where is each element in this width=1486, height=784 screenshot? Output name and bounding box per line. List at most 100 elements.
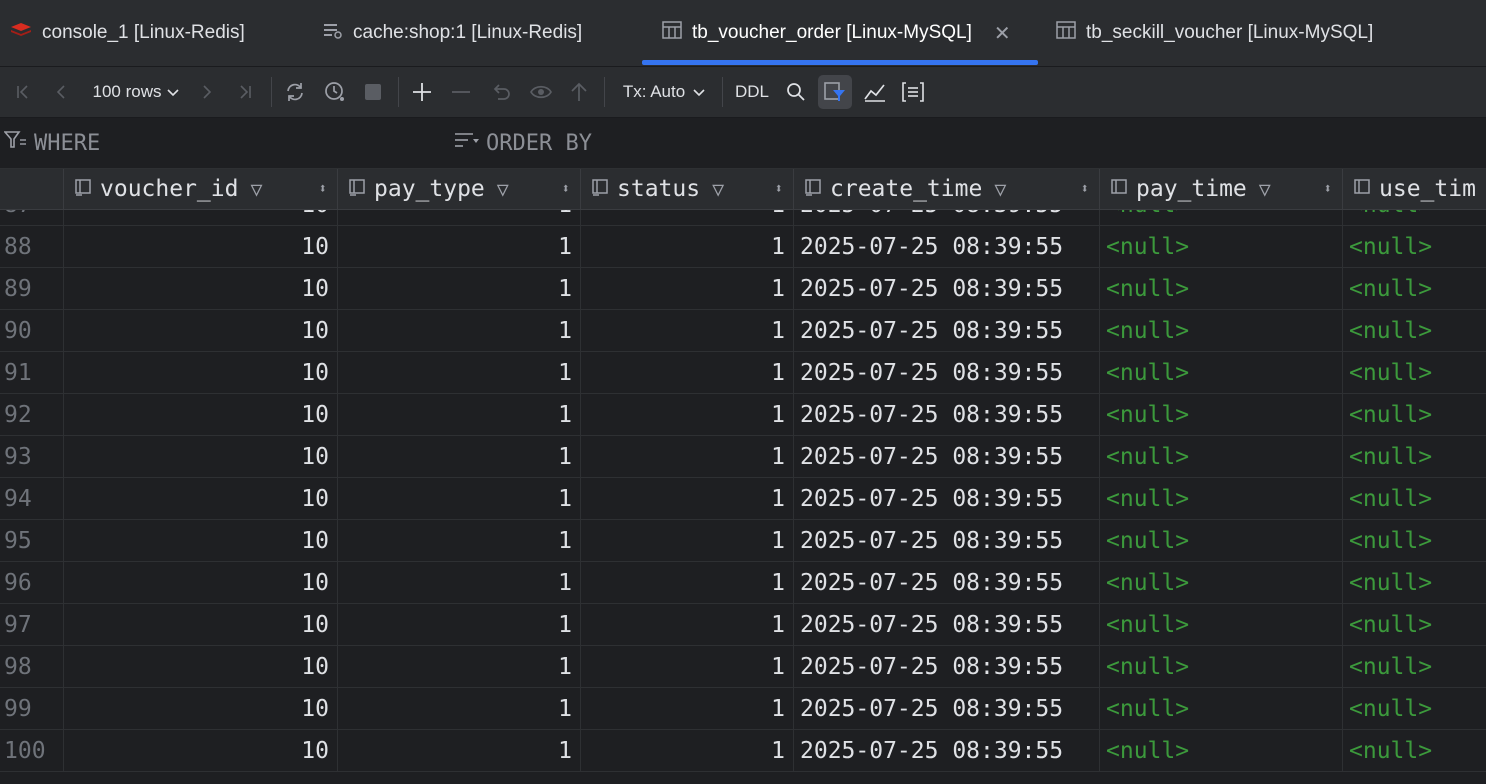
tab-cache-shop-1[interactable]: cache:shop:1 [Linux-Redis]: [323, 0, 582, 66]
column-header-voucher-id[interactable]: voucher_id ▽ ⬍: [64, 169, 338, 209]
cell-create-time[interactable]: 2025-07-25 08:39:55: [794, 226, 1100, 267]
tab-tb-voucher-order[interactable]: tb_voucher_order [Linux-MySQL] ✕: [662, 0, 1011, 66]
table-row[interactable]: 93 10 1 1 2025-07-25 08:39:55 <null> <nu…: [0, 436, 1486, 478]
table-row[interactable]: 96 10 1 1 2025-07-25 08:39:55 <null> <nu…: [0, 562, 1486, 604]
table-row[interactable]: 92 10 1 1 2025-07-25 08:39:55 <null> <nu…: [0, 394, 1486, 436]
order-by-input[interactable]: ORDER BY: [454, 118, 894, 168]
cell-status[interactable]: 1: [581, 352, 794, 393]
next-page-icon[interactable]: [192, 67, 222, 117]
cell-create-time[interactable]: 2025-07-25 08:39:55: [794, 478, 1100, 519]
sort-icon[interactable]: ⬍: [319, 181, 327, 197]
sort-icon[interactable]: ⬍: [1324, 181, 1332, 197]
cell-create-time[interactable]: 2025-07-25 08:39:55: [794, 352, 1100, 393]
cell-status[interactable]: 1: [581, 210, 794, 225]
cell-status[interactable]: 1: [581, 562, 794, 603]
sort-icon[interactable]: ⬍: [562, 181, 570, 197]
cell-pay-type[interactable]: 1: [338, 310, 581, 351]
cell-voucher-id[interactable]: 10: [64, 226, 338, 267]
cell-use-time[interactable]: <null>: [1343, 436, 1486, 477]
table-row[interactable]: 90 10 1 1 2025-07-25 08:39:55 <null> <nu…: [0, 310, 1486, 352]
cell-use-time[interactable]: <null>: [1343, 730, 1486, 771]
cell-status[interactable]: 1: [581, 268, 794, 309]
cell-create-time[interactable]: 2025-07-25 08:39:55: [794, 520, 1100, 561]
cell-pay-time[interactable]: <null>: [1100, 688, 1343, 729]
cell-voucher-id[interactable]: 10: [64, 352, 338, 393]
cell-create-time[interactable]: 2025-07-25 08:39:55: [794, 604, 1100, 645]
table-row[interactable]: 99 10 1 1 2025-07-25 08:39:55 <null> <nu…: [0, 688, 1486, 730]
column-header-use-time[interactable]: use_tim: [1343, 169, 1486, 209]
cell-voucher-id[interactable]: 10: [64, 562, 338, 603]
cell-status[interactable]: 1: [581, 730, 794, 771]
cell-pay-type[interactable]: 1: [338, 352, 581, 393]
sort-icon[interactable]: ⬍: [775, 181, 783, 197]
column-header-status[interactable]: status ▽ ⬍: [581, 169, 794, 209]
cell-create-time[interactable]: 2025-07-25 08:39:55: [794, 268, 1100, 309]
cell-pay-time[interactable]: <null>: [1100, 436, 1343, 477]
cell-pay-type[interactable]: 1: [338, 562, 581, 603]
table-row[interactable]: 100 10 1 1 2025-07-25 08:39:55 <null> <n…: [0, 730, 1486, 772]
previous-page-icon[interactable]: [46, 67, 76, 117]
ddl-button[interactable]: DDL: [730, 67, 774, 117]
cell-voucher-id[interactable]: 10: [64, 436, 338, 477]
cell-pay-type[interactable]: 1: [338, 436, 581, 477]
close-icon[interactable]: ✕: [994, 21, 1011, 46]
filter-icon[interactable]: ▽: [497, 177, 509, 201]
add-row-icon[interactable]: [407, 67, 437, 117]
cell-use-time[interactable]: <null>: [1343, 646, 1486, 687]
filter-icon[interactable]: ▽: [1259, 177, 1271, 201]
cell-status[interactable]: 1: [581, 478, 794, 519]
cell-status[interactable]: 1: [581, 394, 794, 435]
cell-pay-time[interactable]: <null>: [1100, 310, 1343, 351]
cell-pay-time[interactable]: <null>: [1100, 520, 1343, 561]
cell-use-time[interactable]: <null>: [1343, 604, 1486, 645]
cell-pay-time[interactable]: <null>: [1100, 604, 1343, 645]
cell-status[interactable]: 1: [581, 520, 794, 561]
cell-create-time[interactable]: 2025-07-25 08:39:55: [794, 394, 1100, 435]
cell-voucher-id[interactable]: 10: [64, 210, 338, 225]
column-header-create-time[interactable]: create_time ▽ ⬍: [794, 169, 1100, 209]
cell-create-time[interactable]: 2025-07-25 08:39:55: [794, 688, 1100, 729]
cell-voucher-id[interactable]: 10: [64, 730, 338, 771]
cell-pay-type[interactable]: 1: [338, 210, 581, 225]
cell-pay-type[interactable]: 1: [338, 478, 581, 519]
cell-use-time[interactable]: <null>: [1343, 268, 1486, 309]
last-page-icon[interactable]: [230, 67, 260, 117]
table-row[interactable]: 98 10 1 1 2025-07-25 08:39:55 <null> <nu…: [0, 646, 1486, 688]
table-row[interactable]: 91 10 1 1 2025-07-25 08:39:55 <null> <nu…: [0, 352, 1486, 394]
cell-pay-time[interactable]: <null>: [1100, 394, 1343, 435]
submit-icon[interactable]: [564, 67, 594, 117]
cell-pay-time[interactable]: <null>: [1100, 226, 1343, 267]
cell-voucher-id[interactable]: 10: [64, 394, 338, 435]
transaction-mode-dropdown[interactable]: Tx: Auto: [614, 67, 714, 117]
filter-toggle-icon[interactable]: [818, 75, 852, 109]
cell-status[interactable]: 1: [581, 226, 794, 267]
cell-use-time[interactable]: <null>: [1343, 210, 1486, 225]
chart-icon[interactable]: [860, 67, 890, 117]
revert-icon[interactable]: [486, 67, 516, 117]
cell-status[interactable]: 1: [581, 310, 794, 351]
cell-voucher-id[interactable]: 10: [64, 646, 338, 687]
cell-use-time[interactable]: <null>: [1343, 688, 1486, 729]
table-row[interactable]: 97 10 1 1 2025-07-25 08:39:55 <null> <nu…: [0, 604, 1486, 646]
cell-create-time[interactable]: 2025-07-25 08:39:55: [794, 730, 1100, 771]
cell-create-time[interactable]: 2025-07-25 08:39:55: [794, 436, 1100, 477]
cell-pay-type[interactable]: 1: [338, 730, 581, 771]
cell-pay-type[interactable]: 1: [338, 226, 581, 267]
cell-create-time[interactable]: 2025-07-25 08:39:55: [794, 210, 1100, 225]
cell-create-time[interactable]: 2025-07-25 08:39:55: [794, 646, 1100, 687]
cell-pay-time[interactable]: <null>: [1100, 268, 1343, 309]
cell-use-time[interactable]: <null>: [1343, 394, 1486, 435]
cell-voucher-id[interactable]: 10: [64, 688, 338, 729]
cell-pay-time[interactable]: <null>: [1100, 210, 1343, 225]
cell-pay-time[interactable]: <null>: [1100, 646, 1343, 687]
cell-use-time[interactable]: <null>: [1343, 310, 1486, 351]
cell-pay-type[interactable]: 1: [338, 394, 581, 435]
cell-status[interactable]: 1: [581, 688, 794, 729]
cell-voucher-id[interactable]: 10: [64, 268, 338, 309]
first-page-icon[interactable]: [8, 67, 38, 117]
cell-create-time[interactable]: 2025-07-25 08:39:55: [794, 562, 1100, 603]
table-row[interactable]: 88 10 1 1 2025-07-25 08:39:55 <null> <nu…: [0, 226, 1486, 268]
where-filter-input[interactable]: WHERE: [3, 118, 444, 168]
sort-icon[interactable]: ⬍: [1081, 181, 1089, 197]
cell-pay-type[interactable]: 1: [338, 604, 581, 645]
